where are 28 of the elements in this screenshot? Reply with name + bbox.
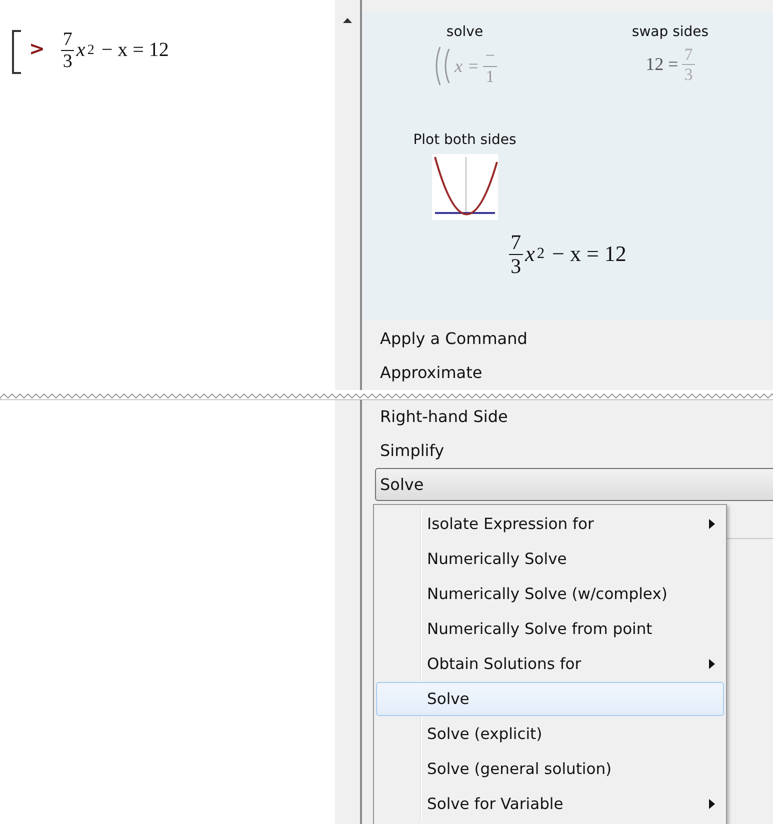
scrollbar-track[interactable] — [335, 400, 362, 824]
submenu-arrow-icon — [709, 519, 715, 529]
submenu-item[interactable]: Numerically Solve from point — [376, 612, 724, 646]
solve-preview-fraction: − 1 — [483, 47, 497, 85]
submenu-item[interactable]: Solve (general solution) — [376, 752, 724, 786]
menu-item[interactable]: Simplify — [375, 434, 773, 467]
submenu-item[interactable]: Numerically Solve (w/complex) — [376, 577, 724, 611]
menu-item[interactable]: Approximate — [375, 356, 773, 389]
submenu-item[interactable]: Isolate Expression for — [376, 507, 724, 541]
parabola-plot-icon — [432, 154, 498, 220]
submenu-item[interactable]: Obtain Solutions for — [376, 647, 724, 681]
submenu-arrow-icon — [709, 659, 715, 669]
submenu-item[interactable]: Solve (explicit) — [376, 717, 724, 751]
submenu-arrow-icon — [709, 799, 715, 809]
execution-group-bracket — [12, 30, 21, 74]
preview-label[interactable]: swap sides — [632, 24, 709, 40]
scroll-up-icon[interactable] — [343, 18, 352, 23]
preview-label[interactable]: Plot both sides — [413, 132, 516, 148]
parentheses-icon — [432, 46, 451, 86]
menu-item[interactable]: Right-hand Side — [375, 400, 773, 433]
menu-item[interactable]: Apply a Command — [375, 322, 773, 355]
scrollbar-track[interactable] — [335, 0, 362, 390]
prompt: > — [29, 38, 45, 60]
submenu-item[interactable]: Solve — [376, 682, 724, 716]
submenu-item[interactable]: Numerically Solve — [376, 542, 724, 576]
menu-item[interactable]: Solve — [375, 468, 773, 501]
submenu-item[interactable]: Solve for Variable — [376, 787, 724, 821]
preview-label[interactable]: solve — [446, 24, 484, 40]
